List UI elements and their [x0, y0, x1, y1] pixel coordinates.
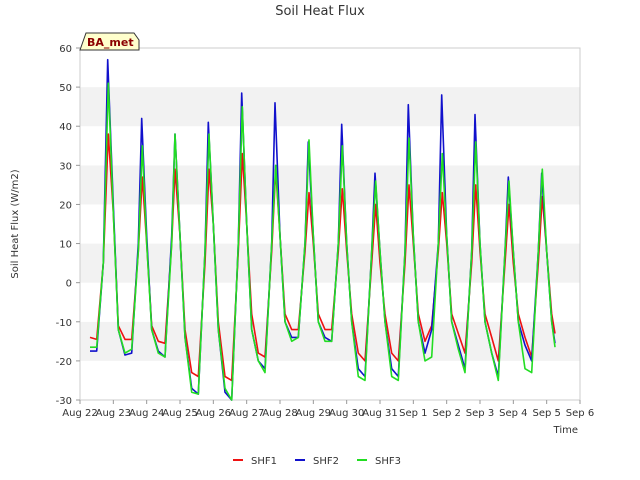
y-tick-label: 20: [59, 200, 72, 211]
x-tick-label: Sep 3: [466, 408, 494, 419]
y-tick-label: -10: [56, 318, 72, 329]
grid-band: [80, 282, 580, 322]
y-tick-label: 60: [59, 44, 72, 55]
badge-label: BA_met: [87, 36, 134, 49]
legend-label: SHF3: [375, 456, 401, 467]
x-axis-ticks: Aug 22Aug 23Aug 24Aug 25Aug 26Aug 27Aug …: [62, 400, 594, 419]
y-tick-label: -20: [56, 357, 72, 368]
y-tick-label: -30: [56, 396, 72, 407]
x-tick-label: Sep 1: [399, 408, 427, 419]
x-tick-label: Aug 23: [96, 408, 131, 419]
x-axis-title: Time: [553, 425, 578, 436]
ba-met-badge: BA_met: [79, 32, 140, 51]
y-tick-label: 10: [59, 240, 72, 251]
y-axis-title: Soil Heat Flux (W/m2): [10, 169, 21, 278]
plot-background-bands: [80, 48, 580, 400]
grid-band: [80, 87, 580, 127]
x-tick-label: Aug 29: [296, 408, 331, 419]
legend: SHF1 SHF2 SHF3: [233, 456, 401, 467]
x-tick-label: Sep 2: [432, 408, 460, 419]
y-tick-label: 30: [59, 161, 72, 172]
y-tick-label: 40: [59, 122, 72, 133]
x-tick-label: Sep 5: [532, 408, 560, 419]
grid-band: [80, 360, 580, 400]
x-tick-label: Aug 24: [129, 408, 164, 419]
legend-label: SHF2: [313, 456, 339, 467]
grid-band: [80, 165, 580, 205]
y-tick-label: 0: [66, 279, 72, 290]
chart-title: Soil Heat Flux: [275, 4, 365, 19]
grid-band: [80, 48, 580, 88]
y-axis-ticks: -30 -20 -10 0 10 20 30 40 50 60: [56, 44, 80, 407]
x-tick-label: Sep 4: [499, 408, 527, 419]
x-tick-label: Aug 30: [329, 408, 364, 419]
y-tick-label: 50: [59, 83, 72, 94]
soil-heat-flux-chart: -30-20-100102030405060 Aug 22Aug 23Aug 2…: [10, 4, 594, 467]
x-tick-label: Sep 6: [566, 408, 594, 419]
legend-label: SHF1: [251, 456, 277, 467]
x-tick-label: Aug 22: [62, 408, 97, 419]
x-tick-label: Aug 28: [262, 408, 297, 419]
x-tick-label: Aug 31: [362, 408, 397, 419]
x-tick-label: Aug 26: [196, 408, 231, 419]
grid-band: [80, 126, 580, 166]
x-tick-label: Aug 25: [162, 408, 197, 419]
x-tick-label: Aug 27: [229, 408, 264, 419]
